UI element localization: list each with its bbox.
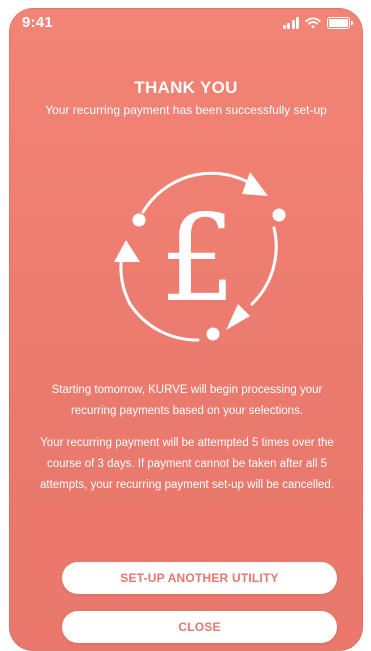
recurring-pound-icon: £ — [114, 171, 286, 342]
close-button[interactable]: CLOSE — [62, 611, 337, 643]
page-title: THANK YOU — [134, 78, 238, 97]
processing-message: Starting tomorrow, KURVE will begin proc… — [51, 384, 323, 417]
status-bar: 9:41 — [10, 9, 362, 37]
setup-another-utility-button[interactable]: SET-UP ANOTHER UTILITY — [62, 562, 337, 594]
attempts-message: Your recurring payment will be attempted… — [39, 437, 335, 491]
signal-icon — [282, 17, 299, 29]
page-subtitle: Your recurring payment has been successf… — [45, 103, 327, 117]
battery-icon — [327, 17, 353, 29]
phone-screen: 9:41 THANK YOU Your recurring payment ha… — [9, 8, 363, 651]
status-time: 9:41 — [22, 14, 53, 31]
wifi-icon — [305, 17, 321, 29]
status-icons — [282, 16, 353, 30]
pound-symbol: £ — [160, 190, 236, 329]
